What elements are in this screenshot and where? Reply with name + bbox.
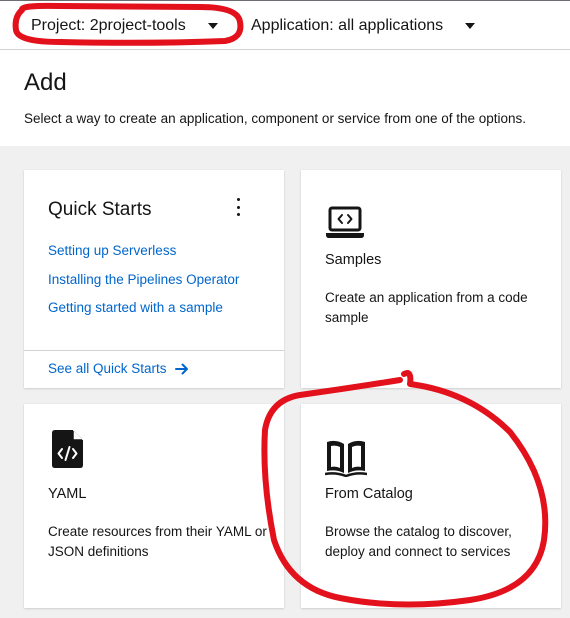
divider	[24, 350, 284, 351]
page-header: Add Select a way to create an applicatio…	[0, 50, 570, 146]
see-all-quick-starts-link[interactable]: See all Quick Starts	[48, 361, 189, 376]
see-all-label: See all Quick Starts	[48, 361, 167, 376]
quick-starts-title: Quick Starts	[48, 199, 152, 220]
laptop-code-icon	[326, 206, 364, 238]
chevron-down-icon	[465, 23, 476, 29]
kebab-menu-icon[interactable]	[233, 198, 243, 216]
quick-start-link-serverless[interactable]: Setting up Serverless	[48, 243, 176, 258]
from-catalog-card[interactable]: From Catalog Browse the catalog to disco…	[301, 404, 561, 608]
from-catalog-title: From Catalog	[325, 486, 413, 502]
samples-card[interactable]: Samples Create an application from a cod…	[301, 170, 561, 388]
application-dropdown-label: Application: all applications	[251, 17, 444, 34]
samples-title: Samples	[325, 252, 382, 268]
add-page: Project: 2project-tools Application: all…	[0, 0, 570, 618]
yaml-card[interactable]: YAML Create resources from their YAML or…	[24, 404, 284, 608]
project-dropdown-label: Project: 2project-tools	[31, 17, 186, 34]
context-bar: Project: 2project-tools Application: all…	[0, 0, 570, 50]
chevron-down-icon	[207, 23, 218, 29]
add-options-grid: Quick Starts Setting up Serverless Insta…	[0, 146, 570, 618]
samples-description: Create an application from a code sample	[325, 290, 528, 325]
arrow-right-icon	[174, 363, 188, 374]
page-title: Add	[24, 69, 67, 96]
project-dropdown[interactable]: Project: 2project-tools	[31, 1, 218, 51]
from-catalog-description: Browse the catalog to discover, deploy a…	[325, 524, 512, 559]
page-description: Select a way to create an application, c…	[24, 111, 527, 126]
quick-start-link-pipelines[interactable]: Installing the Pipelines Operator	[48, 272, 239, 287]
file-code-icon	[52, 430, 83, 468]
yaml-description: Create resources from their YAML or JSON…	[48, 524, 267, 559]
yaml-title: YAML	[48, 486, 87, 502]
quick-starts-card: Quick Starts Setting up Serverless Insta…	[24, 170, 284, 388]
application-dropdown[interactable]: Application: all applications	[251, 1, 476, 51]
quick-start-link-sample[interactable]: Getting started with a sample	[48, 300, 223, 315]
book-open-icon	[325, 440, 367, 477]
